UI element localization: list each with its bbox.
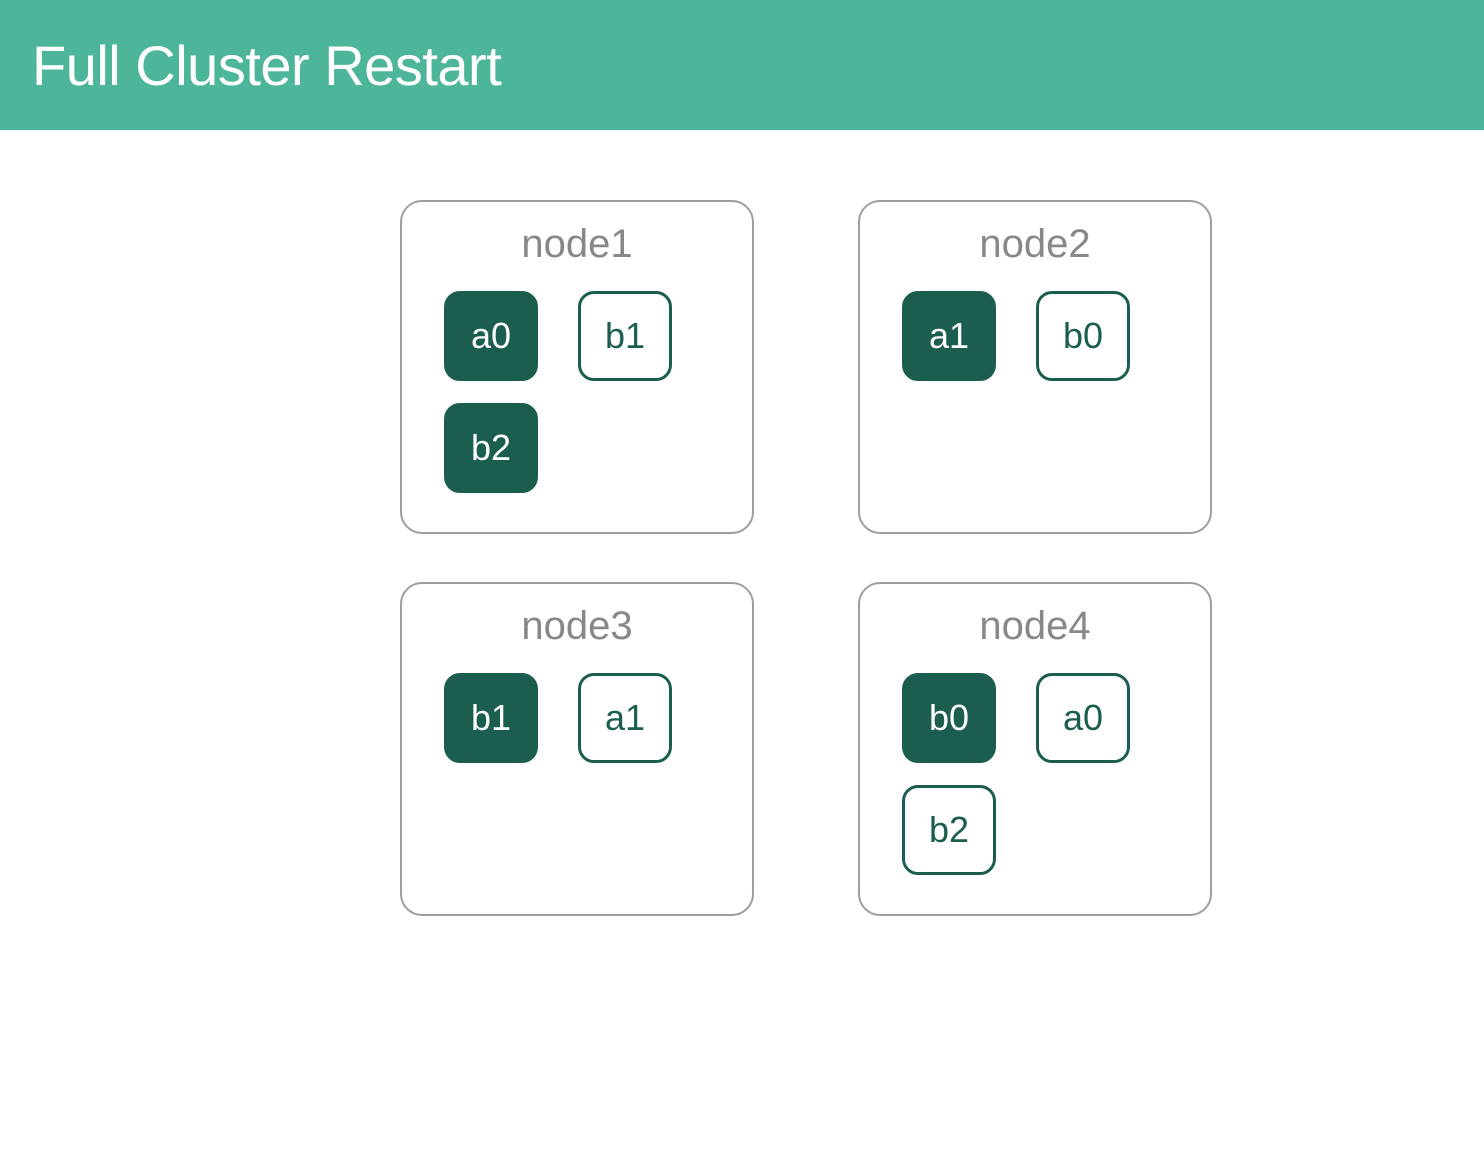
shard-replica: a0 bbox=[1036, 673, 1130, 763]
shard-grid: a1 b0 bbox=[886, 291, 1184, 381]
slide-content: node1 a0 b1 b2 node2 a1 b0 node3 b1 a1 n… bbox=[0, 130, 1484, 976]
shard-primary: a1 bbox=[902, 291, 996, 381]
shard-grid: b1 a1 bbox=[428, 673, 726, 763]
node-box-4: node4 b0 a0 b2 bbox=[858, 582, 1212, 916]
node-box-1: node1 a0 b1 b2 bbox=[400, 200, 754, 534]
node-title: node4 bbox=[886, 604, 1184, 649]
slide-title: Full Cluster Restart bbox=[32, 33, 501, 98]
shard-primary: b2 bbox=[444, 403, 538, 493]
shard-primary: a0 bbox=[444, 291, 538, 381]
node-title: node2 bbox=[886, 222, 1184, 267]
shard-replica: b0 bbox=[1036, 291, 1130, 381]
shard-replica: b1 bbox=[578, 291, 672, 381]
shard-primary: b0 bbox=[902, 673, 996, 763]
slide-header: Full Cluster Restart bbox=[0, 0, 1484, 130]
shard-grid: b0 a0 b2 bbox=[886, 673, 1184, 875]
shard-replica: a1 bbox=[578, 673, 672, 763]
node-box-2: node2 a1 b0 bbox=[858, 200, 1212, 534]
node-grid: node1 a0 b1 b2 node2 a1 b0 node3 b1 a1 n… bbox=[400, 200, 1424, 916]
node-title: node3 bbox=[428, 604, 726, 649]
shard-replica: b2 bbox=[902, 785, 996, 875]
node-title: node1 bbox=[428, 222, 726, 267]
shard-grid: a0 b1 b2 bbox=[428, 291, 726, 493]
shard-primary: b1 bbox=[444, 673, 538, 763]
node-box-3: node3 b1 a1 bbox=[400, 582, 754, 916]
